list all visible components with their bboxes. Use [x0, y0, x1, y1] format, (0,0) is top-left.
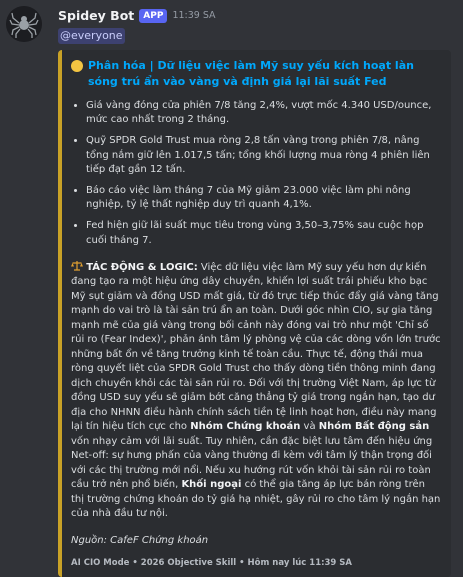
list-item: Giá vàng đóng cửa phiên 7/8 tăng 2,4%, v…: [86, 99, 441, 127]
embed-footer: AI CIO Mode • 2026 Objective Skill • Hôm…: [71, 558, 353, 569]
embed-title: Phân hóa | Dữ liệu việc làm Mỹ suy yếu k…: [88, 59, 414, 89]
yellow-circle-icon: [71, 60, 83, 73]
list-item: Báo cáo việc làm tháng 7 của Mỹ giảm 23.…: [86, 184, 441, 212]
impact-bold-1: Nhóm Chứng khoán: [190, 421, 301, 433]
bot-avatar[interactable]: [6, 6, 42, 42]
impact-bold-2: Nhóm Bất động sản: [318, 421, 430, 433]
impact-label: TÁC ĐỘNG & LOGIC:: [86, 261, 198, 273]
spider-avatar-icon: [6, 6, 42, 42]
source-line: Nguồn: CafeF Chứng khoán: [71, 534, 209, 546]
timestamp[interactable]: 11:39 SA: [172, 9, 215, 23]
impact-paragraph: TÁC ĐỘNG & LOGIC: Việc dữ liệu việc làm …: [71, 260, 441, 522]
impact-text-1: Việc dữ liệu việc làm Mỹ suy yếu hơn dự …: [71, 261, 441, 433]
bullet-list: Giá vàng đóng cửa phiên 7/8 tăng 2,4%, v…: [71, 99, 441, 248]
impact-text-2: và: [300, 421, 319, 433]
bot-message: Spidey Bot APP 11:39 SA @everyone Phân h…: [0, 0, 463, 577]
message-header: Spidey Bot APP 11:39 SA: [58, 6, 453, 26]
app-badge: APP: [139, 9, 168, 23]
bot-name[interactable]: Spidey Bot: [58, 7, 134, 25]
everyone-mention[interactable]: @everyone: [58, 28, 125, 44]
embed-title-row: Phân hóa | Dữ liệu việc làm Mỹ suy yếu k…: [71, 58, 441, 90]
news-embed: Phân hóa | Dữ liệu việc làm Mỹ suy yếu k…: [58, 50, 451, 577]
impact-bold-3: Khối ngoại: [181, 479, 242, 491]
list-item: Quỹ SPDR Gold Trust mua ròng 2,8 tấn vàn…: [86, 134, 441, 177]
balance-scale-icon: [71, 260, 83, 271]
list-item: Fed hiện giữ lãi suất mục tiêu trong vùn…: [86, 219, 441, 247]
